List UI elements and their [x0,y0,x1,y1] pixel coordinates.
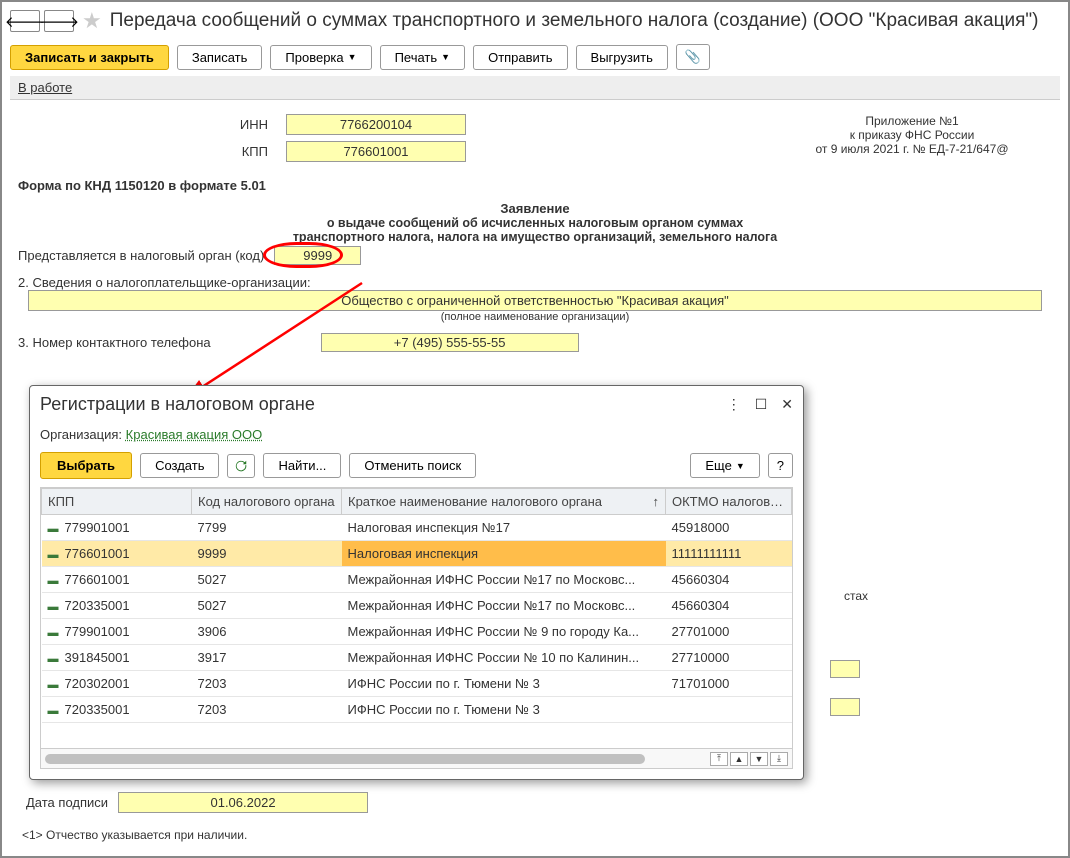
form-sub1: о выдаче сообщений об исчисленных налого… [18,216,1052,230]
caret-down-icon: ▼ [441,52,450,62]
attach-button[interactable]: 📎 [676,44,710,70]
right-line-3: от 9 июля 2021 г. № ЕД-7-21/647@ [772,142,1052,156]
caret-down-icon: ▼ [348,52,357,62]
table-row[interactable]: ▬7203020017203ИФНС России по г. Тюмени №… [42,671,792,697]
appendix-info: Приложение №1 к приказу ФНС России от 9 … [772,114,1052,168]
table-row[interactable]: ▬3918450013917Межрайонная ИФНС России № … [42,645,792,671]
grid-scrollbar[interactable]: ⤒ ▲ ▼ ⤓ [41,748,792,768]
main-toolbar: Записать и закрыть Записать Проверка ▼ П… [10,38,1060,76]
inn-label: ИНН [18,117,286,132]
table-row[interactable]: ▬7766010015027Межрайонная ИФНС России №1… [42,567,792,593]
row-mark-icon: ▬ [48,679,65,691]
row-mark-icon: ▬ [48,523,65,535]
row-mark-icon: ▬ [48,653,65,665]
help-button[interactable]: ? [768,453,793,478]
more-button[interactable]: Еще ▼ [690,453,759,478]
scroll-down-icon[interactable]: ▼ [750,752,768,766]
scroll-up-icon[interactable]: ▲ [730,752,748,766]
date-field[interactable]: 01.06.2022 [118,792,368,813]
check-button[interactable]: Проверка ▼ [270,45,371,70]
save-close-button[interactable]: Записать и закрыть [10,45,169,70]
save-button[interactable]: Записать [177,45,263,70]
print-label: Печать [395,50,438,65]
tax-registrations-dialog: Регистрации в налоговом органе ⋮ ☐ ✕ Орг… [29,385,804,780]
form-caption: Форма по КНД 1150120 в формате 5.01 [18,168,1052,197]
scroll-first-icon[interactable]: ⤒ [710,752,728,766]
org-full-name-field[interactable]: Общество с ограниченной ответственностью… [28,290,1042,311]
table-row[interactable]: ▬7799010017799Налоговая инспекция №17459… [42,515,792,541]
date-label: Дата подписи [26,795,108,810]
section-3-label: 3. Номер контактного телефона [18,335,211,350]
signature-date-row: Дата подписи 01.06.2022 [26,792,368,813]
export-button[interactable]: Выгрузить [576,45,668,70]
print-button[interactable]: Печать ▼ [380,45,466,70]
footnote: <1> Отчество указывается при наличии. [22,828,247,842]
close-icon[interactable]: ✕ [781,396,793,413]
table-row[interactable]: ▬7203350015027Межрайонная ИФНС России №1… [42,593,792,619]
inn-field[interactable]: 7766200104 [286,114,466,135]
col-oktmo[interactable]: ОКТМО налогово... [666,489,792,515]
window-title: Передача сообщений о суммах транспортног… [110,10,1039,32]
org-label: Организация: [40,427,122,442]
cancel-find-button[interactable]: Отменить поиск [349,453,476,478]
col-name[interactable]: Краткое наименование налогового органа ↑ [342,489,666,515]
underlay-boxes [830,586,860,736]
popup-title: Регистрации в налоговом органе [40,394,315,415]
back-button[interactable]: 🡐 [10,10,40,32]
section-2-label: 2. Сведения о налогоплательщике-организа… [18,275,1052,290]
send-button[interactable]: Отправить [473,45,567,70]
right-line-1: Приложение №1 [772,114,1052,128]
more-label: Еще [705,458,731,473]
maximize-icon[interactable]: ☐ [755,396,768,413]
presented-label: Представляется в налоговый орган (код) [18,248,264,263]
kpp-label: КПП [18,144,286,159]
scroll-thumb[interactable] [45,754,645,764]
tax-authority-code-field[interactable]: 9999 [274,246,361,265]
find-button[interactable]: Найти... [263,453,341,478]
popup-toolbar: Выбрать Создать Найти... Отменить поиск … [40,452,793,487]
row-mark-icon: ▬ [48,549,65,561]
refresh-icon [234,459,248,473]
sort-asc-icon: ↑ [653,494,660,509]
right-line-2: к приказу ФНС России [772,128,1052,142]
registrations-table[interactable]: КПП Код налогового органа Краткое наимен… [40,487,793,769]
org-link[interactable]: Красивая акация ООО [126,427,263,442]
refresh-button[interactable] [227,454,255,478]
col-code[interactable]: Код налогового органа [192,489,342,515]
table-row[interactable]: ▬7203350017203ИФНС России по г. Тюмени №… [42,697,792,723]
window-titlebar: 🡐 🡒 ★ Передача сообщений о суммах трансп… [10,8,1060,38]
row-mark-icon: ▬ [48,627,65,639]
tax-authority-code-value: 9999 [303,248,332,263]
check-label: Проверка [285,50,343,65]
tab-in-work[interactable]: В работе [18,80,72,95]
form-heading: Заявление [18,197,1052,216]
more-menu-icon[interactable]: ⋮ [727,396,741,413]
forward-button[interactable]: 🡒 [44,10,74,32]
caret-down-icon: ▼ [736,461,745,471]
select-button[interactable]: Выбрать [40,452,132,479]
favorite-star-icon[interactable]: ★ [78,8,106,34]
create-button[interactable]: Создать [140,453,219,478]
col-name-label: Краткое наименование налогового органа [348,494,602,509]
scroll-last-icon[interactable]: ⤓ [770,752,788,766]
table-row[interactable]: ▬7799010013906Межрайонная ИФНС России № … [42,619,792,645]
form-body: ИНН 7766200104 КПП 776601001 Приложение … [10,100,1060,352]
row-mark-icon: ▬ [48,575,65,587]
table-row[interactable]: ▬7766010019999Налоговая инспекция1111111… [42,541,792,567]
row-mark-icon: ▬ [48,601,65,613]
col-kpp[interactable]: КПП [42,489,192,515]
form-sub2: транспортного налога, налога на имуществ… [18,230,1052,244]
kpp-field[interactable]: 776601001 [286,141,466,162]
phone-field[interactable]: +7 (495) 555-55-55 [321,333,579,352]
row-mark-icon: ▬ [48,705,65,717]
org-caption: (полное наименование организации) [18,311,1052,323]
tab-bar: В работе [10,76,1060,100]
